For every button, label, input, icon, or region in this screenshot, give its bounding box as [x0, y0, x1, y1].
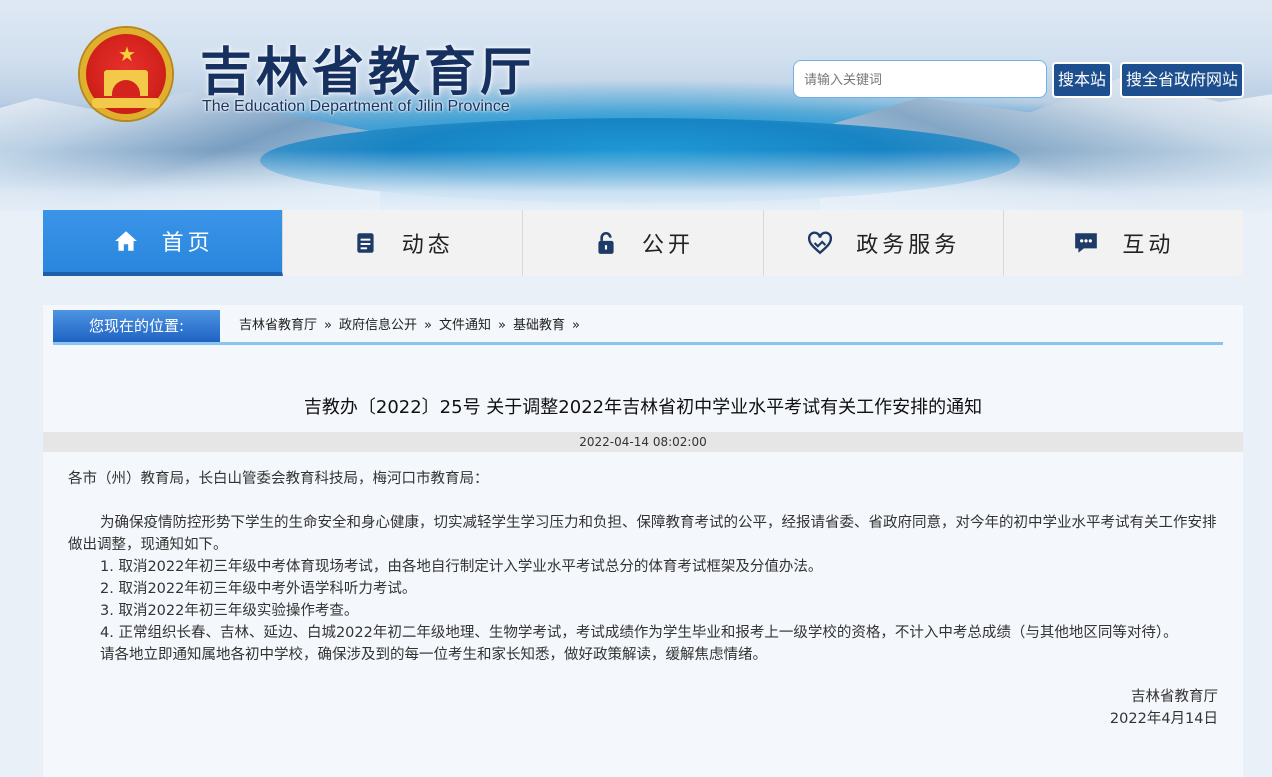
article-body: 各市（州）教育局，长白山管委会教育科技局，梅河口市教育局： 为确保疫情防控形势下… — [68, 468, 1218, 730]
article-paragraph: 1. 取消2022年初三年级中考体育现场考试，由各地自行制定计入学业水平考试总分… — [100, 559, 823, 575]
article-title: 吉教办〔2022〕25号 关于调整2022年吉林省初中学业水平考试有关工作安排的… — [303, 397, 983, 418]
article-signature: 吉林省教育厅 — [1131, 689, 1218, 705]
breadcrumb-separator: » — [571, 318, 580, 333]
search-site-button[interactable]: 搜本站 — [1052, 62, 1112, 98]
chat-icon — [1072, 229, 1100, 257]
nav-item-label: 动态 — [401, 233, 454, 258]
breadcrumb-label: 您现在的位置: — [53, 310, 220, 342]
article-address: 各市（州）教育局，长白山管委会教育科技局，梅河口市教育局： — [68, 471, 489, 487]
article-paragraph: 2. 取消2022年初三年级中考外语学科听力考试。 — [100, 581, 417, 597]
site-title: 吉林省教育厅 — [200, 43, 537, 103]
nav-item-label: 互动 — [1122, 233, 1175, 258]
breadcrumb: 您现在的位置: 吉林省教育厅 » 政府信息公开 » 文件通知 » 基础教育 » — [53, 310, 1223, 345]
article-sign-date: 2022年4月14日 — [1109, 711, 1218, 727]
nav-item-home[interactable]: 首页 — [43, 210, 284, 276]
breadcrumb-item-notices[interactable]: 文件通知 — [439, 310, 491, 342]
header-banner: ★ 吉林省教育厅 The Education Department of Jil… — [0, 0, 1272, 215]
breadcrumb-separator: » — [324, 318, 332, 333]
news-icon — [352, 229, 380, 257]
nav-item-news[interactable]: 动态 — [283, 210, 524, 276]
nav-item-services[interactable]: 政务服务 — [764, 210, 1004, 276]
article-date: 2022-04-14 08:02:00 — [43, 432, 1243, 452]
nav-item-label: 政务服务 — [856, 233, 961, 258]
emblem-star: ★ — [118, 42, 136, 66]
main-nav: 首页 动态 公开 政务服务 互动 — [43, 210, 1243, 276]
nav-item-label: 公开 — [642, 233, 695, 258]
search-input[interactable] — [793, 60, 1047, 98]
breadcrumb-item-basic-edu[interactable]: 基础教育 — [513, 310, 565, 342]
nav-item-open[interactable]: 公开 — [523, 210, 764, 276]
article-paragraph: 3. 取消2022年初三年级实验操作考查。 — [100, 603, 359, 619]
breadcrumb-separator: » — [424, 318, 432, 333]
site-subtitle: The Education Department of Jilin Provin… — [202, 98, 510, 115]
search-gov-button[interactable]: 搜全省政府网站 — [1120, 62, 1244, 98]
home-icon — [112, 227, 140, 255]
emblem-gate — [104, 70, 148, 96]
nav-item-label: 首页 — [161, 231, 214, 256]
article-paragraph: 4. 正常组织长春、吉林、延边、白城2022年初二年级地理、生物学考试，考试成绩… — [100, 625, 1178, 641]
banner-fade — [0, 150, 1272, 215]
national-emblem-icon: ★ — [80, 28, 172, 120]
breadcrumb-links: 吉林省教育厅 » 政府信息公开 » 文件通知 » 基础教育 » — [239, 310, 587, 342]
breadcrumb-item-gov-info[interactable]: 政府信息公开 — [339, 310, 417, 342]
nav-item-interact[interactable]: 互动 — [1004, 210, 1243, 276]
breadcrumb-item-home[interactable]: 吉林省教育厅 — [239, 310, 317, 342]
emblem-ribbon — [92, 98, 160, 108]
handshake-heart-icon — [806, 229, 834, 257]
content-panel: 您现在的位置: 吉林省教育厅 » 政府信息公开 » 文件通知 » 基础教育 » … — [43, 305, 1243, 777]
breadcrumb-separator: » — [497, 318, 506, 333]
article-paragraph: 请各地立即通知属地各初中学校，确保涉及到的每一位考生和家长知悉，做好政策解读，缓… — [100, 647, 767, 663]
article-paragraph: 为确保疫情防控形势下学生的生命安全和身心健康，切实减轻学生学习压力和负担、保障教… — [68, 515, 1217, 553]
lock-icon — [592, 229, 620, 257]
